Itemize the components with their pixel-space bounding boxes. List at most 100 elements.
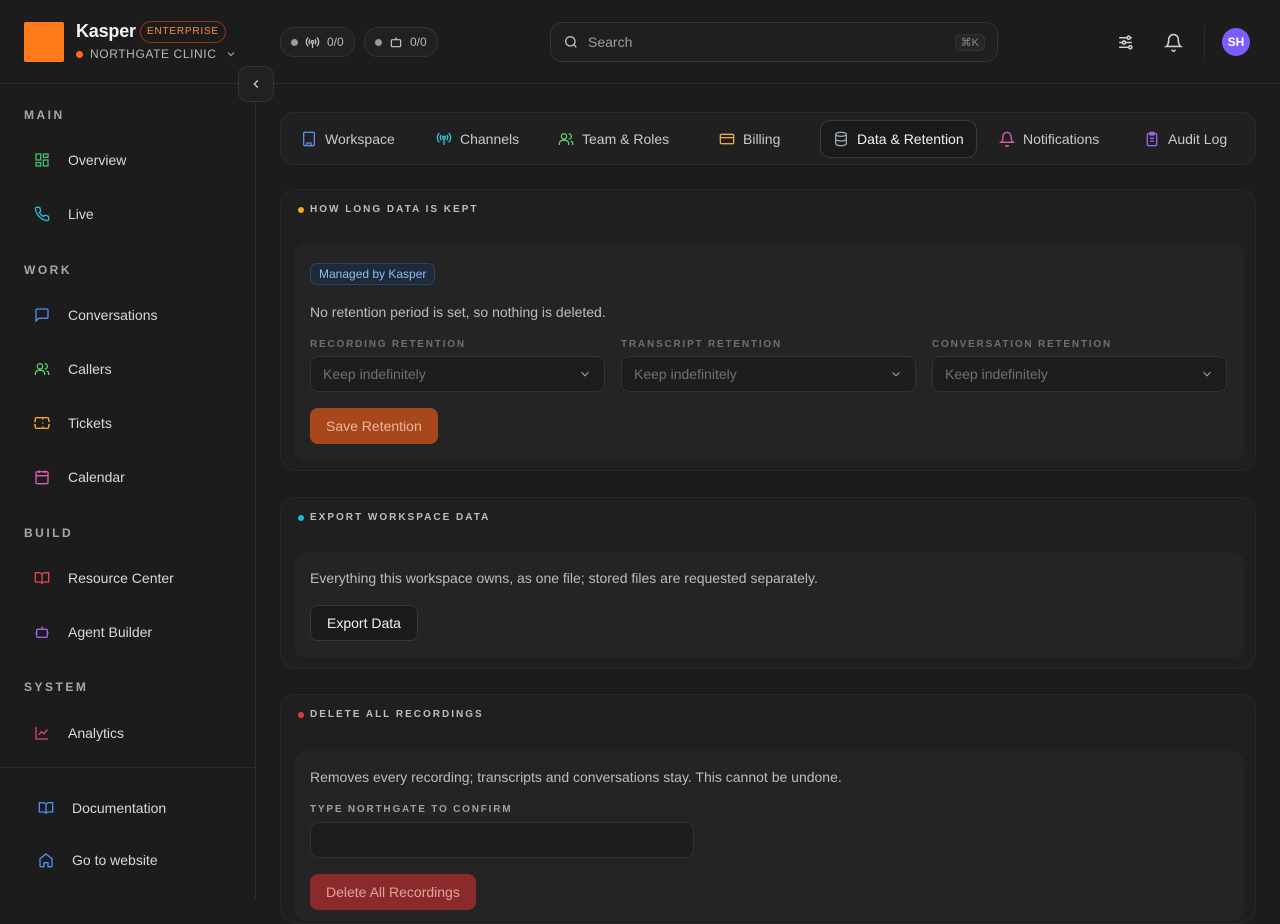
bot-icon — [389, 35, 403, 49]
antenna-icon — [436, 131, 452, 147]
section-heading-text: EXPORT WORKSPACE DATA — [310, 512, 491, 523]
heading-dot — [298, 711, 304, 718]
retention-panel: Managed by Kasper No retention period is… — [294, 244, 1244, 460]
settings-tabs: Workspace Channels Team & Roles Billing … — [280, 112, 1256, 165]
database-icon — [833, 131, 849, 147]
tab-label: Audit Log — [1168, 131, 1228, 147]
tab-label: Workspace — [325, 131, 395, 147]
select-value: Keep indefinitely — [323, 366, 426, 382]
tab-notifications[interactable]: Notifications — [987, 120, 1111, 158]
brand-logo[interactable] — [24, 22, 64, 62]
users-icon — [24, 361, 60, 377]
export-data-button[interactable]: Export Data — [310, 605, 418, 641]
tab-label: Team & Roles — [582, 131, 670, 147]
bot-icon — [24, 624, 60, 640]
broadcast-icon — [305, 35, 320, 50]
delete-panel: Removes every recording; transcripts and… — [294, 751, 1244, 921]
sidebar-item-agent-builder[interactable]: Agent Builder — [24, 614, 232, 650]
plan-badge: ENTERPRISE — [140, 21, 226, 43]
tab-label: Data & Retention — [857, 131, 964, 147]
delete-description: Removes every recording; transcripts and… — [310, 769, 842, 785]
building-icon — [301, 131, 317, 147]
save-retention-button[interactable]: Save Retention — [310, 408, 438, 444]
sidebar-item-callers[interactable]: Callers — [24, 351, 232, 387]
users-icon — [558, 131, 574, 147]
tab-label: Notifications — [1023, 131, 1100, 147]
divider — [1204, 26, 1205, 58]
tab-label: Channels — [460, 131, 520, 147]
tab-team-roles[interactable]: Team & Roles — [546, 120, 681, 158]
tab-data-retention[interactable]: Data & Retention — [820, 120, 977, 158]
status-dot — [291, 38, 298, 46]
status-dot — [375, 38, 382, 46]
card-icon — [719, 131, 735, 147]
sidebar-item-overview[interactable]: Overview — [24, 142, 232, 178]
tab-workspace[interactable]: Workspace — [289, 120, 407, 158]
delete-all-recordings-button[interactable]: Delete All Recordings — [310, 874, 476, 910]
section-title-main: MAIN — [24, 108, 65, 122]
section-heading-text: DELETE ALL RECORDINGS — [310, 709, 484, 720]
sidebar-collapse-button[interactable] — [238, 66, 274, 102]
org-name: NORTHGATE CLINIC — [90, 47, 217, 61]
section-heading-text: HOW LONG DATA IS KEPT — [310, 204, 479, 215]
sidebar-item-label: Agent Builder — [68, 624, 153, 640]
chevron-down-icon — [225, 48, 237, 60]
conversation-retention-label: CONVERSATION RETENTION — [932, 339, 1112, 350]
tab-channels[interactable]: Channels — [424, 120, 531, 158]
channels-status-pill[interactable]: 0/0 — [280, 27, 355, 57]
agents-status-pill[interactable]: 0/0 — [364, 27, 438, 57]
avatar[interactable]: SH — [1222, 28, 1250, 56]
section-title-build: BUILD — [24, 526, 74, 540]
bell-icon[interactable] — [1161, 30, 1185, 54]
select-value: Keep indefinitely — [945, 366, 1048, 382]
sidebar-item-label: Tickets — [68, 415, 112, 431]
search-bar[interactable]: Search ⌘K — [550, 22, 998, 62]
tab-billing[interactable]: Billing — [707, 120, 792, 158]
retention-description: No retention period is set, so nothing i… — [310, 304, 606, 320]
transcript-retention-select[interactable]: Keep indefinitely — [621, 356, 916, 392]
sidebar-item-label: Callers — [68, 361, 112, 377]
sidebar-item-conversations[interactable]: Conversations — [24, 297, 232, 333]
clipboard-icon — [1144, 131, 1160, 147]
export-panel: Everything this workspace owns, as one f… — [294, 552, 1244, 658]
sidebar-item-label: Analytics — [68, 725, 125, 741]
chat-icon — [24, 307, 60, 323]
sidebar-item-label: Conversations — [68, 307, 158, 323]
tab-audit-log[interactable]: Audit Log — [1132, 120, 1239, 158]
book-open-icon — [28, 800, 64, 816]
sidebar-item-calendar[interactable]: Calendar — [24, 459, 232, 495]
org-switcher[interactable]: NORTHGATE CLINIC — [76, 47, 237, 61]
section-heading: HOW LONG DATA IS KEPT — [298, 204, 478, 215]
sidebar-item-label: Resource Center — [68, 570, 174, 586]
recording-retention-select[interactable]: Keep indefinitely — [310, 356, 605, 392]
section-title-system: SYSTEM — [24, 680, 89, 694]
conversation-retention-select[interactable]: Keep indefinitely — [932, 356, 1227, 392]
sidebar-item-label: Documentation — [72, 800, 167, 816]
home-icon — [28, 852, 64, 868]
confirm-input[interactable] — [310, 822, 694, 858]
search-input[interactable]: Search — [588, 34, 955, 50]
channels-count: 0/0 — [327, 35, 344, 49]
retention-section: HOW LONG DATA IS KEPT Managed by Kasper … — [280, 189, 1256, 471]
sidebar-item-label: Go to website — [72, 852, 158, 868]
sidebar-item-live[interactable]: Live — [24, 196, 232, 232]
chevron-down-icon — [578, 367, 592, 381]
ticket-icon — [24, 415, 60, 431]
sidebar-item-analytics[interactable]: Analytics — [24, 715, 232, 751]
sidebar-item-resource-center[interactable]: Resource Center — [24, 560, 232, 596]
phone-icon — [24, 206, 60, 222]
sidebar-item-tickets[interactable]: Tickets — [24, 405, 232, 441]
chart-icon — [24, 725, 60, 741]
export-section: EXPORT WORKSPACE DATA Everything this wo… — [280, 497, 1256, 669]
chevron-down-icon — [1200, 367, 1214, 381]
heading-dot — [298, 514, 304, 521]
sidebar-item-documentation[interactable]: Documentation — [28, 790, 236, 826]
sidebar-item-label: Live — [68, 206, 94, 222]
grid-icon — [24, 152, 60, 168]
tab-label: Billing — [743, 131, 781, 147]
sidebar-footer: Documentation Go to website — [0, 767, 256, 900]
sliders-icon[interactable] — [1113, 30, 1137, 54]
brand-name: Kasper — [76, 21, 136, 41]
sidebar-item-go-to-website[interactable]: Go to website — [28, 842, 236, 878]
section-heading: DELETE ALL RECORDINGS — [298, 709, 484, 720]
